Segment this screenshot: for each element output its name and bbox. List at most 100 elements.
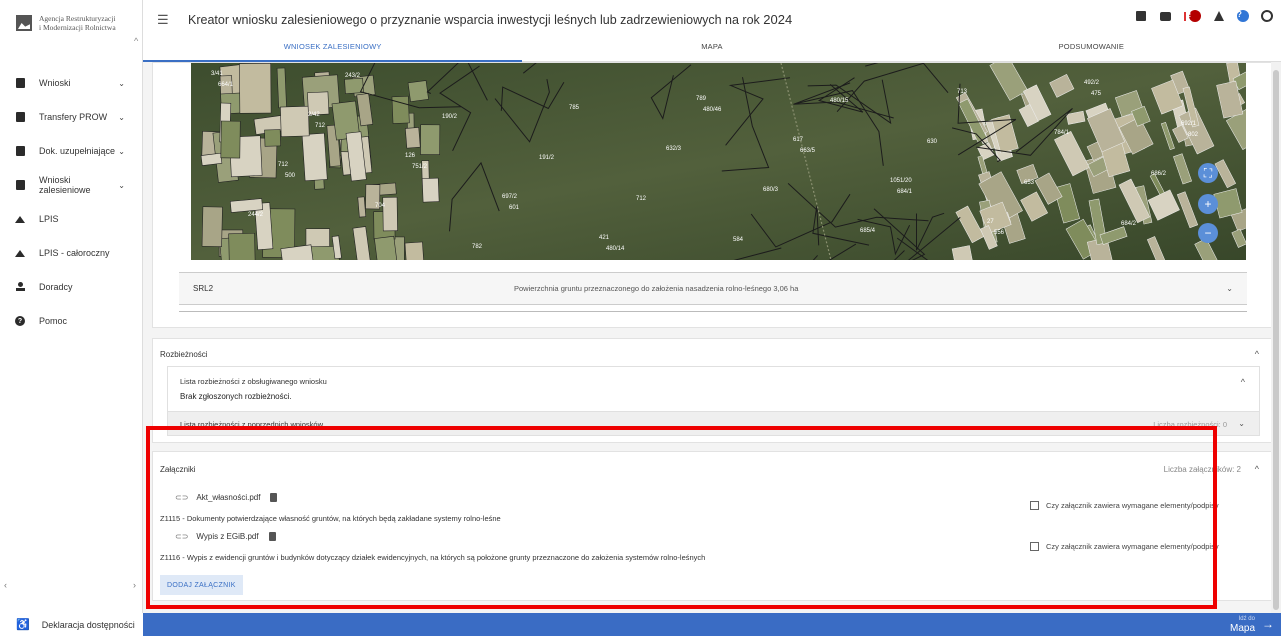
sidebar-item-label: Pomoc	[39, 316, 68, 326]
alerts-button[interactable]: !	[1183, 10, 1201, 22]
orthophoto-map[interactable]: 3/41 2/42 126 697/2 421 789 617 1051/20 27 492/2 6…	[191, 63, 1246, 260]
parcel-label: 617	[793, 137, 804, 143]
sidebar-item-pomoc[interactable]: ? Pomoc	[0, 304, 135, 338]
attachments-title: Załączniki	[160, 465, 196, 474]
save-icon	[1136, 11, 1146, 21]
parcel-label: 712	[636, 196, 647, 202]
terrain-icon	[15, 248, 25, 258]
user-account-button[interactable]	[1261, 10, 1273, 22]
zoom-out-button[interactable]: −	[1198, 223, 1218, 243]
hamburger-menu-icon[interactable]: ☰	[157, 12, 169, 28]
chevron-down-icon[interactable]: ⌄	[1226, 284, 1233, 293]
print-button[interactable]	[1159, 10, 1171, 22]
parcel-label: 684/1	[897, 189, 913, 195]
sidebar-item-wnioski-zalesieniowe[interactable]: Wnioski zalesieniowe ⌄	[0, 168, 135, 202]
parcel-label: 784/1	[1054, 130, 1070, 136]
previous-discrepancies-panel[interactable]: Lista rozbieżności z poprzednich wnioskó…	[167, 411, 1260, 436]
checkbox-box[interactable]	[1030, 542, 1039, 551]
checkbox-box[interactable]	[1030, 501, 1039, 510]
attachment-file-name[interactable]: Wypis z EGiB.pdf	[196, 532, 258, 541]
bell-icon	[1214, 11, 1224, 21]
parcel-label: 704	[375, 203, 386, 209]
srl-row[interactable]: SRL2 Powierzchnia gruntu przeznaczonego …	[179, 272, 1247, 305]
current-discrepancies-value: Brak zgłoszonych rozbieżności.	[180, 392, 292, 401]
parcel-label: 685/4	[860, 228, 876, 234]
required-elements-checkbox[interactable]: Czy załącznik zawiera wymagane elementy/…	[1030, 501, 1219, 510]
chevron-down-icon[interactable]: ⌄	[118, 181, 125, 190]
parcel-label: 475	[1091, 91, 1102, 97]
fullscreen-button[interactable]: ⛶	[1198, 163, 1218, 183]
arimr-logo[interactable]: Agencja Restrukturyzacji i Modernizacji …	[16, 11, 136, 35]
tab-mapa[interactable]: MAPA	[522, 34, 901, 62]
parcel-label: 684/2	[1121, 221, 1137, 227]
chevron-down-icon[interactable]: ⌄	[118, 79, 125, 88]
accessibility-icon: ♿	[16, 619, 30, 631]
document-icon	[15, 112, 25, 122]
parcel-label: 680/3	[763, 187, 779, 193]
alert-separator-icon	[1183, 11, 1186, 21]
parcel-label: 2/42	[308, 112, 320, 118]
arrow-right-icon[interactable]: →	[1262, 617, 1274, 631]
trash-icon[interactable]	[268, 532, 276, 541]
sidebar: Agencja Restrukturyzacji i Modernizacji …	[0, 0, 143, 636]
bottom-navigation-bar: Idź do Mapa →	[143, 613, 1281, 636]
main-content: 3/41 2/42 126 697/2 421 789 617 1051/20 27 492/2 6…	[143, 62, 1281, 613]
parcel-label: 686/2	[1151, 171, 1167, 177]
accessibility-declaration-link[interactable]: ♿ Deklaracja dostępności	[0, 613, 143, 636]
parcel-label: 500	[285, 173, 296, 179]
trash-icon[interactable]	[270, 493, 278, 502]
collapse-current-icon[interactable]: ^	[1241, 377, 1245, 387]
collapse-attachments-icon[interactable]: ^	[1255, 464, 1259, 474]
map-image: 3/41 2/42 126 697/2 421 789 617 1051/20 27 492/2 6…	[191, 63, 1246, 260]
go-to-map-button[interactable]: Idź do Mapa	[1229, 615, 1255, 634]
required-elements-checkbox[interactable]: Czy załącznik zawiera wymagane elementy/…	[1030, 542, 1219, 551]
parcel-label: 556	[994, 230, 1005, 236]
attachment-file-name[interactable]: Akt_własności.pdf	[196, 493, 260, 502]
parcel-label: 802	[1188, 132, 1199, 138]
sidebar-item-lpis-całoroczny[interactable]: LPIS - całoroczny	[0, 236, 135, 270]
sidebar-scroll-up-icon[interactable]: ^	[134, 36, 138, 46]
chevron-down-icon[interactable]: ⌄	[1238, 419, 1245, 428]
parcel-label: 1051/20	[890, 178, 912, 184]
notifications-button[interactable]	[1213, 10, 1225, 22]
header: ☰ Kreator wniosku zalesieniowego o przyz…	[143, 0, 1281, 62]
chevron-down-icon[interactable]: ⌄	[118, 113, 125, 122]
parcel-label: 782	[472, 244, 483, 250]
map-card: 3/41 2/42 126 697/2 421 789 617 1051/20 27 492/2 6…	[152, 62, 1272, 328]
srl-description: Powierzchnia gruntu przeznaczonego do za…	[514, 284, 799, 293]
help-icon: ?	[15, 316, 25, 326]
go-to-target: Mapa	[1229, 623, 1255, 634]
help-button[interactable]: ?	[1237, 10, 1249, 22]
sidebar-item-lpis[interactable]: LPIS	[0, 202, 135, 236]
zoom-in-button[interactable]: +	[1198, 194, 1218, 214]
current-discrepancies-title: Lista rozbieżności z obsługiwanego wnios…	[180, 377, 327, 386]
parcel-label: 243/2	[345, 73, 361, 79]
sidebar-item-label: Wnioski	[39, 78, 71, 88]
parcel-label: 492/2	[1084, 80, 1100, 86]
attachment-file-1: ⊂⊃ Akt_własności.pdf	[175, 493, 278, 502]
attachment-file-2: ⊂⊃ Wypis z EGiB.pdf	[175, 532, 276, 541]
scroll-left-icon[interactable]: ‹	[4, 580, 7, 592]
sidebar-item-wnioski[interactable]: Wnioski ⌄	[0, 66, 135, 100]
tab-podsumowanie[interactable]: PODSUMOWANIE	[902, 34, 1281, 62]
sidebar-horizontal-scrollbar[interactable]: ‹ ›	[0, 580, 140, 592]
scroll-right-icon[interactable]: ›	[133, 580, 136, 592]
document-icon	[15, 78, 25, 88]
chevron-down-icon[interactable]: ⌄	[118, 147, 125, 156]
sidebar-item-transfery-prow[interactable]: Transfery PROW ⌄	[0, 100, 135, 134]
sidebar-item-dok-uzupełniające[interactable]: Dok. uzupełniające ⌄	[0, 134, 135, 168]
content-scrollbar[interactable]	[1271, 62, 1281, 613]
add-attachment-button[interactable]: DODAJ ZAŁĄCZNIK	[160, 575, 243, 595]
attachments-count: Liczba załączników: 2	[1163, 465, 1241, 474]
accessibility-label: Deklaracja dostępności	[41, 619, 135, 630]
person-icon	[15, 282, 25, 292]
tab-wniosek-zalesieniowy[interactable]: WNIOSEK ZALESIENIOWY	[143, 34, 523, 62]
collapse-discrepancies-icon[interactable]: ^	[1255, 349, 1259, 359]
parcel-label: 632/3	[666, 146, 682, 152]
srl-name: SRL2	[193, 284, 214, 293]
parcel-label: 601	[509, 205, 520, 211]
sidebar-item-doradcy[interactable]: Doradcy	[0, 270, 135, 304]
scrollbar-thumb[interactable]	[1273, 70, 1279, 610]
save-button[interactable]	[1135, 10, 1147, 22]
parcel-label: 785	[569, 105, 580, 111]
